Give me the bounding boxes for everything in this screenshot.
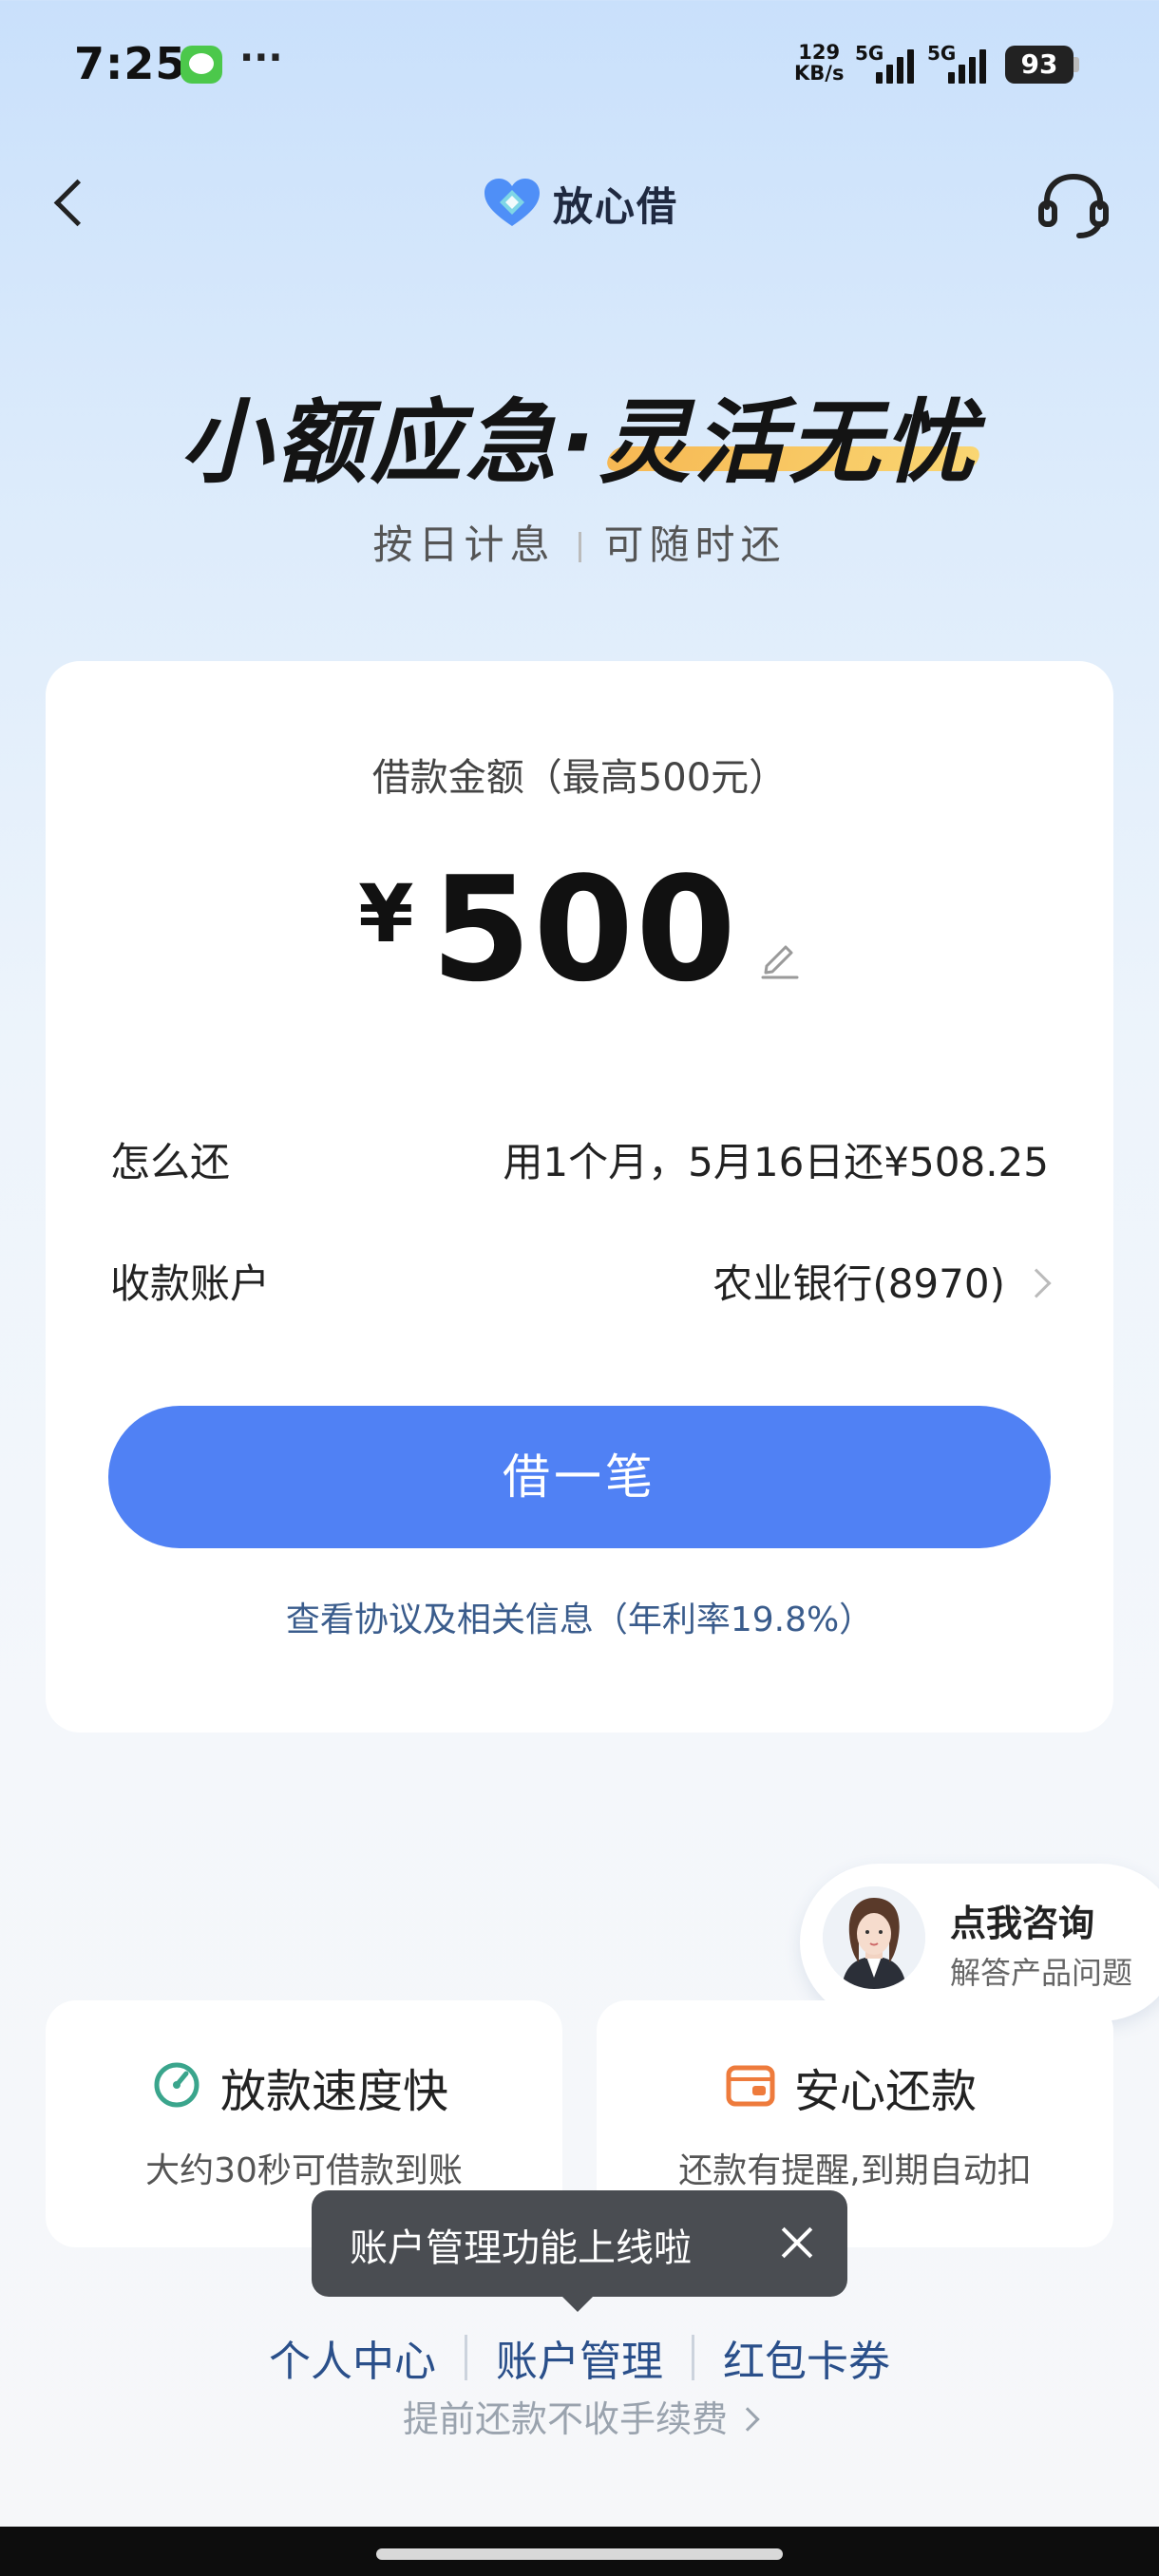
amount-value[interactable]: 500 (431, 845, 738, 1013)
early-repayment-note-text: 提前还款不收手续费 (402, 2398, 728, 2440)
brand-header: 放心借 (483, 173, 678, 234)
home-gesture-bar[interactable] (376, 2548, 783, 2560)
repay-plan-value[interactable]: 用1个月，5月16日还¥508.25 (503, 1130, 1049, 1188)
message-app-icon (180, 46, 222, 84)
sim2-label: 5G (927, 42, 957, 65)
consult-subtitle: 解答产品问题 (950, 1955, 1133, 1991)
hero-subtitle: 按日计息 可随时还 (0, 513, 1159, 571)
agent-avatar[interactable] (823, 1886, 925, 1989)
consult-title[interactable]: 点我咨询 (950, 1894, 1094, 1946)
agreement-link[interactable]: 查看协议及相关信息（年利率19.8%） (0, 1592, 1159, 1641)
feature-title: 放款速度快 (220, 2065, 449, 2118)
coupons-link[interactable]: 红包卡券 (694, 2327, 919, 2388)
edit-pencil-icon[interactable] (759, 938, 801, 979)
brand-heart-logo-icon (483, 177, 542, 230)
tooltip-pointer (560, 2295, 595, 2312)
status-time: 7:25 (74, 38, 187, 89)
amount-label: 借款金额（最高500元） (371, 756, 788, 800)
battery-tip (1074, 57, 1079, 72)
feature-title-row: 安心还款 (726, 2054, 977, 2120)
feature-title-row: 放款速度快 (152, 2054, 448, 2120)
customer-service-headset-icon[interactable] (1036, 169, 1112, 241)
feature-description: 大约30秒可借款到账 (145, 2151, 463, 2190)
sim1-label: 5G (855, 42, 884, 65)
battery-icon: 93 (1005, 46, 1074, 84)
speedometer-icon (152, 2060, 201, 2113)
hero-subtitle-right: 可随时还 (603, 521, 787, 568)
currency-symbol: ¥ (358, 867, 414, 960)
tooltip-text: 账户管理功能上线啦 (350, 2226, 692, 2270)
feature-description: 还款有提醒,到期自动扣 (678, 2151, 1032, 2190)
repay-label: 怎么还 (110, 1139, 231, 1185)
bottom-links: 个人中心 账户管理 红包卡券 (0, 2327, 1159, 2388)
network-speed-value: 129 (798, 41, 841, 64)
account-management-link[interactable]: 账户管理 (467, 2327, 692, 2388)
network-speed-unit: KB/s (794, 62, 845, 85)
wallet-icon (726, 2060, 775, 2113)
amount-display[interactable]: ¥500 (0, 845, 1159, 1013)
close-icon[interactable] (775, 2221, 819, 2264)
signal-strength-icon: 5G (927, 42, 994, 85)
back-icon[interactable] (42, 171, 99, 237)
hero-title: 小额应急·灵活无忧 (180, 389, 979, 496)
hero-subtitle-divider (578, 532, 581, 562)
hero-subtitle-left: 按日计息 (372, 521, 556, 568)
account-label: 收款账户 (110, 1260, 271, 1307)
bank-account-value[interactable]: 农业银行(8970) (712, 1252, 1005, 1310)
personal-center-link[interactable]: 个人中心 (240, 2327, 465, 2388)
borrow-button[interactable]: 借一笔 (108, 1406, 1051, 1548)
feature-title: 安心还款 (794, 2065, 978, 2118)
signal-strength-icon: 5G (855, 42, 922, 85)
brand-name: 放心借 (553, 182, 679, 230)
more-notifications-icon: ··· (239, 36, 283, 80)
network-speed: 129 KB/s (794, 42, 844, 84)
chevron-right-icon (735, 2407, 760, 2432)
loan-card (46, 661, 1113, 1733)
early-repayment-note[interactable]: 提前还款不收手续费 (0, 2390, 1159, 2442)
